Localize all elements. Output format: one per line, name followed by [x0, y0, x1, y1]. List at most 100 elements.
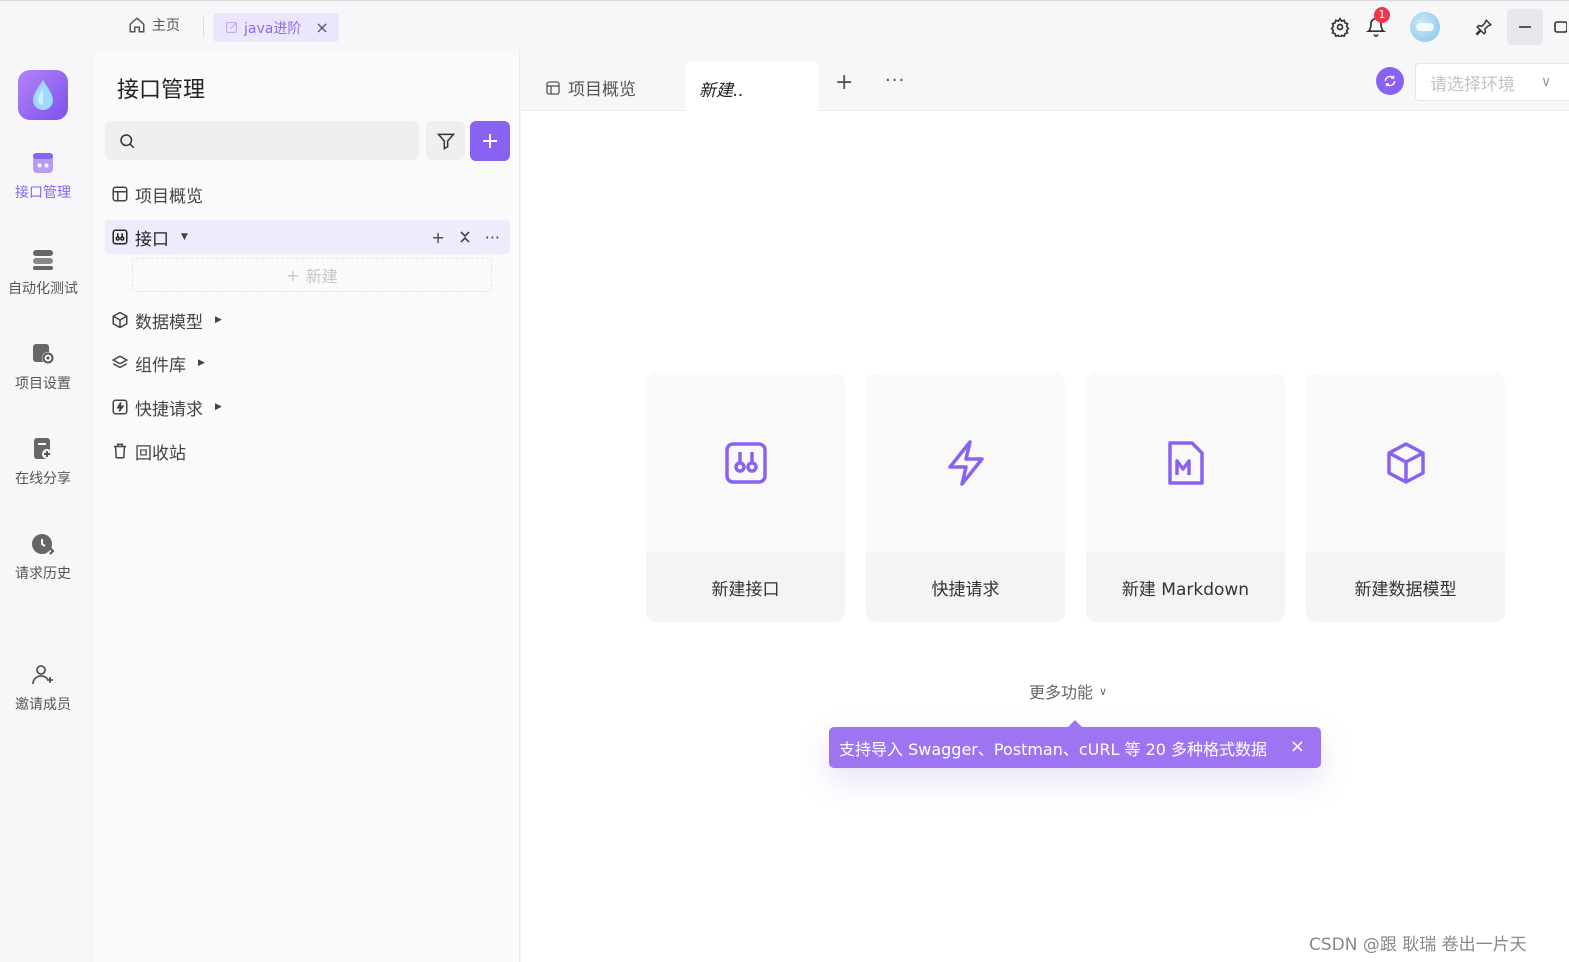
card-quick-request[interactable]: 快捷请求 — [866, 373, 1065, 622]
tree-item-label: 组件库 — [135, 355, 186, 376]
settings-icon — [33, 344, 54, 364]
chevron-down-icon: ∨ — [1099, 684, 1108, 698]
search-box[interactable] — [105, 121, 419, 160]
pin-icon — [1475, 18, 1493, 36]
cube-icon — [112, 311, 128, 329]
tree-item-quick-request[interactable]: 快捷请求 ▶ — [105, 390, 510, 424]
layout-icon — [112, 186, 128, 202]
new-item-button[interactable]: + 新建 — [132, 258, 492, 292]
minimize-button[interactable] — [1507, 9, 1543, 45]
caret-right-icon[interactable]: ▶ — [215, 402, 222, 412]
tab-overview[interactable]: 项目概览 — [545, 75, 636, 100]
gear-icon — [1330, 17, 1350, 37]
search-input[interactable] — [144, 132, 404, 149]
avatar — [1410, 12, 1440, 42]
card-icon-area — [1306, 373, 1505, 552]
environment-select[interactable]: 请选择环境 ∨ — [1415, 63, 1569, 101]
drop-logo-icon — [33, 80, 53, 110]
card-new-api[interactable]: 新建接口 — [646, 373, 845, 622]
new-item-label: 新建 — [305, 267, 338, 286]
add-button[interactable] — [470, 121, 510, 161]
tooltip-close-button[interactable]: × — [1290, 736, 1305, 757]
sidebar-title: 接口管理 — [117, 78, 206, 103]
tree-item-data-model[interactable]: 数据模型 ▶ — [105, 303, 510, 337]
rail-item-invite-members[interactable]: 邀请成员 — [0, 662, 86, 714]
project-tab[interactable]: java进阶 × — [213, 13, 339, 42]
history-icon — [32, 534, 55, 555]
pin-button[interactable] — [1468, 9, 1500, 45]
card-icon-area — [866, 373, 1065, 552]
external-link-icon — [226, 22, 237, 33]
filter-button[interactable] — [426, 121, 465, 160]
plus-icon — [483, 134, 497, 148]
tree-item-components[interactable]: 组件库 ▶ — [105, 346, 510, 380]
automation-icon — [33, 250, 53, 270]
caret-right-icon[interactable]: ▶ — [215, 315, 222, 325]
card-label: 快捷请求 — [931, 579, 1000, 600]
card-icon-area — [1086, 373, 1285, 552]
tree-item-overview[interactable]: 项目概览 — [105, 177, 510, 211]
notifications-button[interactable]: 1 — [1360, 7, 1392, 45]
user-avatar-button[interactable] — [1408, 9, 1442, 45]
maximize-button[interactable] — [1553, 9, 1569, 45]
minimize-icon — [1519, 26, 1531, 28]
rail-item-label: 邀请成员 — [15, 697, 71, 713]
add-api-button[interactable]: + — [431, 228, 444, 247]
card-label: 新建接口 — [711, 579, 780, 600]
caret-down-icon[interactable]: ▼ — [181, 232, 188, 242]
rail-item-api-management[interactable]: 接口管理 — [0, 150, 86, 202]
rail-item-online-share[interactable]: 在线分享 — [0, 436, 86, 488]
more-options-button[interactable]: ··· — [485, 228, 500, 247]
main-tab-bar: 项目概览 新建.. + ··· 请选择环境 ∨ — [521, 50, 1569, 112]
home-tab[interactable]: 主页 — [128, 15, 180, 35]
cube-icon — [1386, 441, 1425, 484]
filter-icon — [436, 133, 455, 150]
tree-item-label: 快捷请求 — [135, 399, 203, 420]
app-logo[interactable] — [18, 70, 68, 120]
api-icon — [112, 229, 128, 245]
share-icon — [34, 438, 52, 459]
trash-icon — [114, 443, 126, 459]
card-label: 新建数据模型 — [1354, 579, 1457, 600]
watermark: CSDN @跟 耿瑞 卷出一片天 — [1309, 935, 1527, 955]
markdown-icon — [1167, 440, 1204, 485]
tab-new[interactable]: 新建.. — [685, 61, 819, 112]
project-tab-close-button[interactable]: × — [315, 18, 328, 37]
api-icon — [724, 441, 767, 484]
rail-item-label: 自动化测试 — [8, 281, 78, 297]
settings-button[interactable] — [1324, 9, 1356, 45]
environment-refresh-button[interactable] — [1376, 67, 1404, 95]
caret-right-icon[interactable]: ▶ — [198, 358, 205, 368]
rail-item-request-history[interactable]: 请求历史 — [0, 531, 86, 583]
tab-overview-label: 项目概览 — [568, 80, 636, 100]
card-new-data-model[interactable]: 新建数据模型 — [1306, 373, 1505, 622]
title-bar: 主页 java进阶 × 1 — [0, 0, 1569, 50]
more-tabs-button[interactable]: ··· — [885, 70, 905, 91]
tree-item-label: 项目概览 — [135, 186, 203, 207]
notification-badge: 1 — [1374, 7, 1390, 23]
environment-placeholder: 请选择环境 — [1430, 74, 1515, 95]
home-tab-label: 主页 — [152, 18, 180, 34]
layout-icon — [546, 80, 560, 95]
invite-user-icon — [32, 665, 53, 685]
project-tab-label: java进阶 — [244, 20, 302, 37]
tree-item-trash[interactable]: 回收站 — [105, 434, 510, 468]
add-tab-button[interactable]: + — [835, 70, 853, 95]
lightning-icon — [947, 439, 984, 486]
tree-item-label: 接口 — [135, 229, 169, 250]
home-icon — [129, 17, 145, 33]
rail-item-label: 接口管理 — [15, 185, 71, 201]
rail-item-project-settings[interactable]: 项目设置 — [0, 341, 86, 393]
search-icon — [120, 133, 135, 148]
rail-item-label: 在线分享 — [15, 471, 71, 487]
quick-request-icon — [112, 399, 128, 415]
main-content: 项目概览 新建.. + ··· 请选择环境 ∨ 新建接口 快捷请求 新建 Mar… — [521, 50, 1569, 962]
rail-item-automation[interactable]: 自动化测试 — [0, 246, 86, 298]
collapse-icon[interactable] — [459, 230, 471, 244]
more-features-toggle[interactable]: 更多功能 ∨ — [1029, 679, 1107, 703]
api-icon — [33, 153, 53, 173]
tree-item-api[interactable]: 接口 ▼ + ··· — [105, 220, 510, 254]
card-new-markdown[interactable]: 新建 Markdown — [1086, 373, 1285, 622]
refresh-icon — [1384, 75, 1396, 87]
tree-item-label: 回收站 — [135, 443, 186, 464]
